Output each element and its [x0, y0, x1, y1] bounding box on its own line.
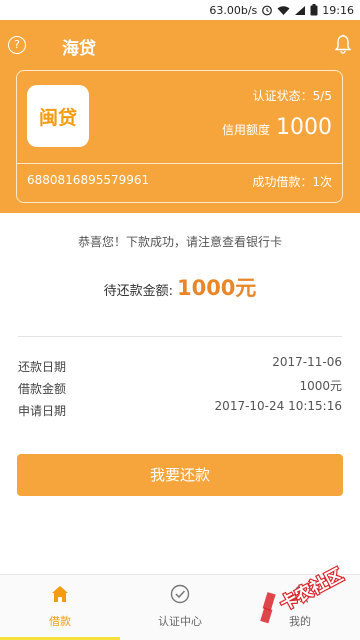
auth-status: 认证状态：5/5: [252, 89, 332, 103]
network-speed: 63.00b/s: [209, 3, 258, 17]
tab-label: 借款: [49, 615, 71, 628]
watermark: 卡农社区: [238, 560, 358, 628]
header-panel: ? 海贷 闽贷 认证状态：5/5 信用额度 1000 6880816895579…: [0, 20, 360, 213]
credit-label: 信用额度: [221, 123, 270, 137]
detail-value: 2017-10-24 10:15:16: [214, 399, 342, 413]
battery-icon: [310, 4, 318, 16]
home-icon: [49, 583, 71, 605]
status-time: 19:16: [322, 3, 354, 17]
credit-value: 1000: [276, 115, 332, 140]
card-divider: [17, 163, 342, 164]
detail-row-loan-amount: 借款金额 1000元: [18, 379, 342, 398]
detail-label: 申请日期: [18, 404, 67, 418]
tab-loan[interactable]: 借款: [0, 575, 120, 640]
detail-label: 借款金额: [18, 382, 67, 396]
detail-value: 2017-11-06: [272, 355, 342, 369]
bell-icon[interactable]: [334, 34, 352, 54]
pending-amount-row: 待还款金额: 1000元: [0, 272, 360, 302]
tab-label: 认证中心: [158, 615, 202, 628]
svg-text:卡农社区: 卡农社区: [277, 564, 347, 614]
pending-label: 待还款金额:: [103, 284, 173, 299]
help-icon[interactable]: ?: [8, 36, 26, 54]
top-bar: ? 海贷: [0, 20, 360, 70]
signal-icon: [294, 5, 306, 16]
tab-auth-center[interactable]: 认证中心: [120, 575, 240, 640]
loan-card: 闽贷 认证状态：5/5 信用额度 1000 6880816895579961 成…: [16, 70, 343, 203]
wifi-icon: [277, 5, 290, 16]
check-circle-icon: [169, 583, 191, 605]
detail-row-apply-date: 申请日期 2017-10-24 10:15:16: [18, 399, 342, 420]
page-title: 海贷: [62, 39, 96, 59]
detail-label: 还款日期: [18, 360, 67, 374]
detail-value: 1000元: [299, 379, 342, 393]
credit-limit: 信用额度 1000: [222, 115, 332, 140]
divider: [18, 336, 342, 337]
app-logo: 闽贷: [27, 85, 89, 147]
repay-button[interactable]: 我要还款: [17, 454, 343, 496]
success-count: 成功借款：1次: [252, 175, 332, 189]
card-number: 6880816895579961: [27, 173, 150, 187]
status-bar: 63.00b/s 19:16: [0, 0, 360, 20]
pending-amount: 1000元: [176, 276, 257, 300]
alarm-icon: [261, 4, 273, 16]
detail-row-repay-date: 还款日期 2017-11-06: [18, 355, 342, 376]
success-notice: 恭喜您！下款成功，请注意查看银行卡: [77, 235, 282, 249]
